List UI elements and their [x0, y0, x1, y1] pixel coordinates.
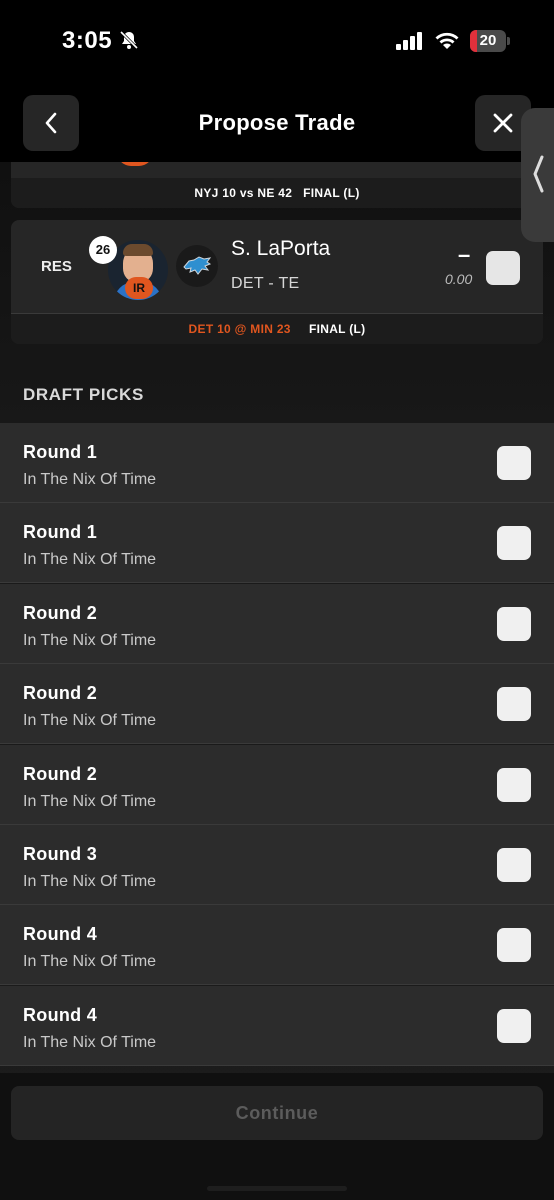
- pick-team: In The Nix Of Time: [23, 551, 157, 568]
- pick-team: In The Nix Of Time: [23, 953, 157, 970]
- header: Propose Trade: [0, 86, 554, 162]
- battery-cap: [507, 37, 510, 45]
- draft-pick-row[interactable]: Round 1 In The Nix Of Time: [0, 423, 554, 503]
- pick-select-checkbox[interactable]: [497, 607, 531, 641]
- game-score: DET 10 @ MIN 23 FINAL (L): [11, 314, 543, 344]
- roster-slot-label: RES: [41, 258, 72, 275]
- chevron-left-icon: [533, 155, 544, 193]
- draft-pick-row[interactable]: Round 3 In The Nix Of Time: [0, 825, 554, 905]
- page-title: Propose Trade: [198, 110, 356, 135]
- draft-pick-row[interactable]: Round 4 In The Nix Of Time: [0, 986, 554, 1066]
- home-indicator: [207, 1186, 347, 1191]
- draft-pick-row[interactable]: Round 1 In The Nix Of Time: [0, 503, 554, 583]
- battery-icon: 20: [470, 30, 510, 52]
- status-time: 3:05: [62, 27, 113, 54]
- wifi-icon: [435, 32, 459, 49]
- team-logo: [176, 245, 218, 287]
- pick-select-checkbox[interactable]: [497, 446, 531, 480]
- pick-round: Round 3: [23, 844, 98, 864]
- pick-team: In The Nix Of Time: [23, 1034, 157, 1051]
- avatar-hair: [123, 244, 153, 256]
- footer: Continue: [0, 1073, 554, 1200]
- bell-slash-icon: [119, 30, 139, 50]
- pick-round: Round 2: [23, 603, 98, 623]
- jersey-number-badge: 26: [89, 236, 117, 264]
- section-title-draft-picks: DRAFT PICKS: [23, 385, 144, 404]
- pick-round: Round 4: [23, 924, 98, 944]
- player-position: DET - TE: [231, 275, 300, 292]
- status-bar: 3:05 20: [0, 0, 554, 86]
- content-area[interactable]: NYJ 10 vs NE 42 FINAL (L) RES 26 IR S. L…: [0, 162, 554, 1200]
- pick-round: Round 4: [23, 1005, 98, 1025]
- player-name[interactable]: S. LaPorta: [231, 237, 330, 261]
- pick-team: In The Nix Of Time: [23, 712, 157, 729]
- player-card[interactable]: RES 26 IR S. LaPorta DET - TE – 0.00 DET…: [11, 220, 543, 344]
- draft-pick-row[interactable]: Round 4 In The Nix Of Time: [0, 905, 554, 985]
- draft-pick-row[interactable]: Round 2 In The Nix Of Time: [0, 664, 554, 744]
- injury-badge-partial: [117, 162, 153, 166]
- pick-select-checkbox[interactable]: [497, 687, 531, 721]
- pick-select-checkbox[interactable]: [497, 526, 531, 560]
- pick-team: In The Nix Of Time: [23, 873, 157, 890]
- game-spacer: [294, 322, 305, 336]
- player-points: 0.00: [445, 271, 473, 287]
- pick-team: In The Nix Of Time: [23, 793, 157, 810]
- pick-select-checkbox[interactable]: [497, 928, 531, 962]
- game-score: NYJ 10 vs NE 42 FINAL (L): [11, 178, 543, 208]
- continue-button[interactable]: Continue: [11, 1086, 543, 1140]
- draft-pick-row[interactable]: Round 2 In The Nix Of Time: [0, 584, 554, 664]
- game-matchup: DET 10 @ MIN 23: [188, 322, 291, 336]
- close-icon: [493, 113, 513, 133]
- signal-icon: [396, 32, 422, 50]
- draft-pick-row[interactable]: Round 2 In The Nix Of Time: [0, 745, 554, 825]
- pick-select-checkbox[interactable]: [497, 848, 531, 882]
- lions-logo-icon: [183, 256, 212, 275]
- player-select-checkbox[interactable]: [486, 251, 520, 285]
- pick-select-checkbox[interactable]: [497, 1009, 531, 1043]
- pick-team: In The Nix Of Time: [23, 471, 157, 488]
- pick-round: Round 1: [23, 442, 98, 462]
- pick-select-checkbox[interactable]: [497, 768, 531, 802]
- battery-body: 20: [470, 30, 506, 52]
- pick-round: Round 2: [23, 764, 98, 784]
- pick-round: Round 1: [23, 522, 98, 542]
- player-projection: –: [458, 242, 471, 267]
- pick-round: Round 2: [23, 683, 98, 703]
- pick-team: In The Nix Of Time: [23, 632, 157, 649]
- game-result: FINAL (L): [308, 322, 366, 336]
- previous-player-card[interactable]: NYJ 10 vs NE 42 FINAL (L): [11, 162, 543, 208]
- battery-percent: 20: [479, 32, 497, 49]
- injury-status-badge: IR: [125, 277, 153, 299]
